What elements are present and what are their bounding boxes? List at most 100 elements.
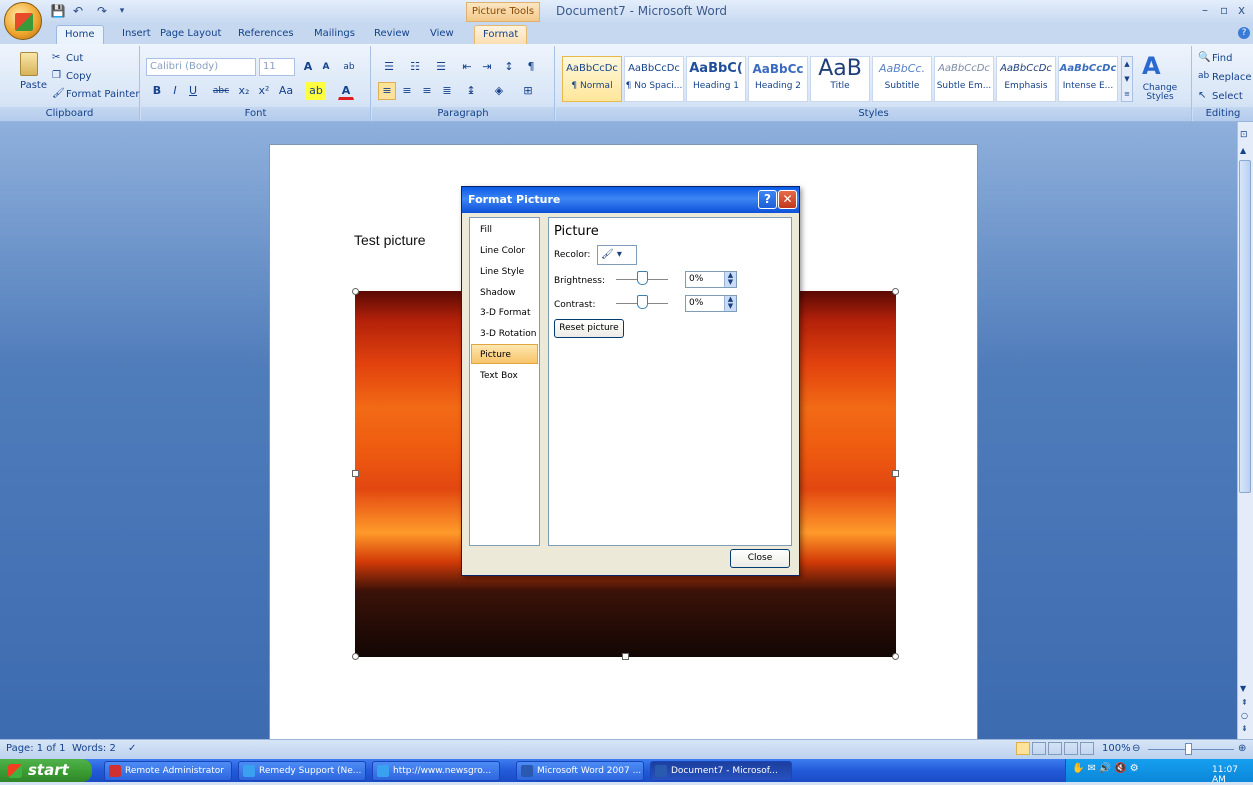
nav-item-picture[interactable]: Picture: [480, 350, 511, 360]
proofing-icon[interactable]: ✓: [128, 743, 136, 754]
style-heading-2[interactable]: AaBbCc Heading 2: [748, 56, 808, 102]
ruler-toggle-icon[interactable]: ⊡: [1240, 130, 1248, 140]
restore-icon[interactable]: ▫: [1220, 3, 1228, 17]
tab-home[interactable]: Home: [56, 25, 104, 44]
tab-references[interactable]: References: [230, 25, 302, 44]
replace-button[interactable]: Replace: [1212, 72, 1252, 83]
contrast-spin-buttons[interactable]: ▲ ▼: [724, 296, 736, 311]
change-styles-button[interactable]: Change Styles: [1140, 84, 1180, 102]
cut-icon[interactable]: ✂: [52, 52, 60, 63]
nav-item-3d-format[interactable]: 3-D Format: [480, 308, 530, 318]
line-spacing-icon[interactable]: ↨: [460, 82, 482, 100]
zoom-in-icon[interactable]: ⊕: [1238, 743, 1246, 754]
task-remote-administrator[interactable]: Remote Administrator: [104, 761, 232, 781]
word-count[interactable]: Words: 2: [72, 743, 116, 754]
tab-format[interactable]: Format: [474, 25, 528, 44]
style-intense-emphasis[interactable]: AaBbCcDc Intense E...: [1058, 56, 1118, 102]
page-count[interactable]: Page: 1 of 1: [6, 743, 65, 754]
show-marks-icon[interactable]: ¶: [522, 58, 540, 76]
resize-handle[interactable]: [892, 288, 899, 295]
zoom-out-icon[interactable]: ⊖: [1132, 743, 1140, 754]
resize-handle[interactable]: [892, 470, 899, 477]
tab-page-layout[interactable]: Page Layout: [152, 25, 229, 44]
align-center-icon[interactable]: ≡: [398, 82, 416, 100]
reset-picture-button[interactable]: Reset picture: [554, 319, 624, 338]
align-right-icon[interactable]: ≡: [418, 82, 436, 100]
tab-review[interactable]: Review: [366, 25, 418, 44]
task-remedy-support[interactable]: Remedy Support (Ne...: [238, 761, 366, 781]
save-icon[interactable]: 💾: [50, 3, 66, 19]
shrink-font-icon[interactable]: A: [318, 58, 334, 76]
resize-handle[interactable]: [352, 288, 359, 295]
web-layout-icon[interactable]: [1048, 742, 1062, 755]
format-painter-icon[interactable]: 🖌: [52, 88, 65, 99]
document-text[interactable]: Test picture: [354, 232, 426, 248]
zoom-slider-thumb[interactable]: [1185, 743, 1192, 755]
resize-handle[interactable]: [892, 653, 899, 660]
dialog-title-bar[interactable]: Format Picture: [462, 187, 799, 213]
replace-icon[interactable]: ab: [1198, 71, 1209, 81]
outline-view-icon[interactable]: [1064, 742, 1078, 755]
sort-icon[interactable]: ↕: [500, 58, 518, 76]
find-icon[interactable]: 🔍: [1198, 52, 1210, 63]
close-window-icon[interactable]: x: [1238, 3, 1245, 17]
paste-button[interactable]: Paste: [20, 80, 47, 91]
tray-icons[interactable]: ✋✉🔊🔇⚙: [1072, 763, 1142, 774]
font-color-icon[interactable]: A: [338, 82, 354, 100]
help-icon[interactable]: ?: [1238, 27, 1250, 39]
dialog-help-icon[interactable]: ?: [758, 190, 777, 209]
nav-item-line-style[interactable]: Line Style: [480, 267, 524, 277]
find-button[interactable]: Find: [1212, 53, 1233, 64]
resize-handle[interactable]: [352, 470, 359, 477]
scrollbar-thumb[interactable]: [1239, 160, 1251, 493]
font-size-select[interactable]: 11: [259, 58, 295, 76]
tab-view[interactable]: View: [422, 25, 462, 44]
change-case-icon[interactable]: Aa: [276, 82, 296, 100]
tab-mailings[interactable]: Mailings: [306, 25, 363, 44]
style-heading-1[interactable]: AaBbC( Heading 1: [686, 56, 746, 102]
paste-icon[interactable]: [20, 52, 38, 76]
task-document7[interactable]: Document7 - Microsof...: [650, 761, 792, 781]
full-screen-reading-icon[interactable]: [1032, 742, 1046, 755]
bullets-icon[interactable]: ☰: [378, 58, 400, 76]
close-button[interactable]: Close: [730, 549, 790, 568]
copy-button[interactable]: Copy: [66, 71, 91, 82]
borders-icon[interactable]: ⊞: [516, 82, 540, 100]
browse-object-icon[interactable]: ○: [1241, 711, 1248, 720]
style-subtle-emphasis[interactable]: AaBbCcDc Subtle Em...: [934, 56, 994, 102]
undo-icon[interactable]: ↶: [70, 3, 86, 19]
copy-icon[interactable]: ❐: [52, 70, 61, 81]
draft-view-icon[interactable]: [1080, 742, 1094, 755]
style-title[interactable]: AaB Title: [810, 56, 870, 102]
redo-icon[interactable]: ↷: [94, 3, 110, 19]
italic-icon[interactable]: I: [168, 82, 182, 100]
underline-icon[interactable]: U: [186, 82, 200, 100]
nav-item-3d-rotation[interactable]: 3-D Rotation: [480, 329, 536, 339]
resize-handle[interactable]: [622, 653, 629, 660]
zoom-level[interactable]: 100%: [1102, 743, 1131, 754]
format-painter-button[interactable]: Format Painter: [66, 89, 139, 100]
customize-qat-icon[interactable]: ▾: [114, 3, 130, 19]
align-left-icon[interactable]: ≡: [378, 82, 396, 100]
superscript-icon[interactable]: x²: [256, 82, 272, 100]
scroll-down-icon[interactable]: ▼: [1240, 684, 1246, 693]
subscript-icon[interactable]: x₂: [236, 82, 252, 100]
highlight-icon[interactable]: ab: [306, 82, 326, 100]
next-page-icon[interactable]: ⇟: [1241, 724, 1248, 733]
strikethrough-icon[interactable]: abc: [210, 82, 232, 100]
nav-item-text-box[interactable]: Text Box: [480, 371, 518, 381]
nav-item-line-color[interactable]: Line Color: [480, 246, 525, 256]
nav-item-fill[interactable]: Fill: [480, 225, 492, 235]
shading-icon[interactable]: ◈: [488, 82, 510, 100]
task-word-2007[interactable]: Microsoft Word 2007 ...: [516, 761, 644, 781]
previous-page-icon[interactable]: ⇞: [1241, 698, 1248, 707]
brightness-spin-buttons[interactable]: ▲ ▼: [724, 272, 736, 287]
task-newsgroups[interactable]: http://www.newsgro...: [372, 761, 500, 781]
bold-icon[interactable]: B: [150, 82, 164, 100]
numbering-icon[interactable]: ☷: [404, 58, 426, 76]
grow-font-icon[interactable]: A: [300, 58, 316, 76]
clear-formatting-icon[interactable]: ab: [340, 58, 358, 76]
multilevel-list-icon[interactable]: ☰: [430, 58, 452, 76]
contrast-slider-thumb[interactable]: [637, 295, 648, 309]
select-button[interactable]: Select: [1212, 91, 1243, 102]
